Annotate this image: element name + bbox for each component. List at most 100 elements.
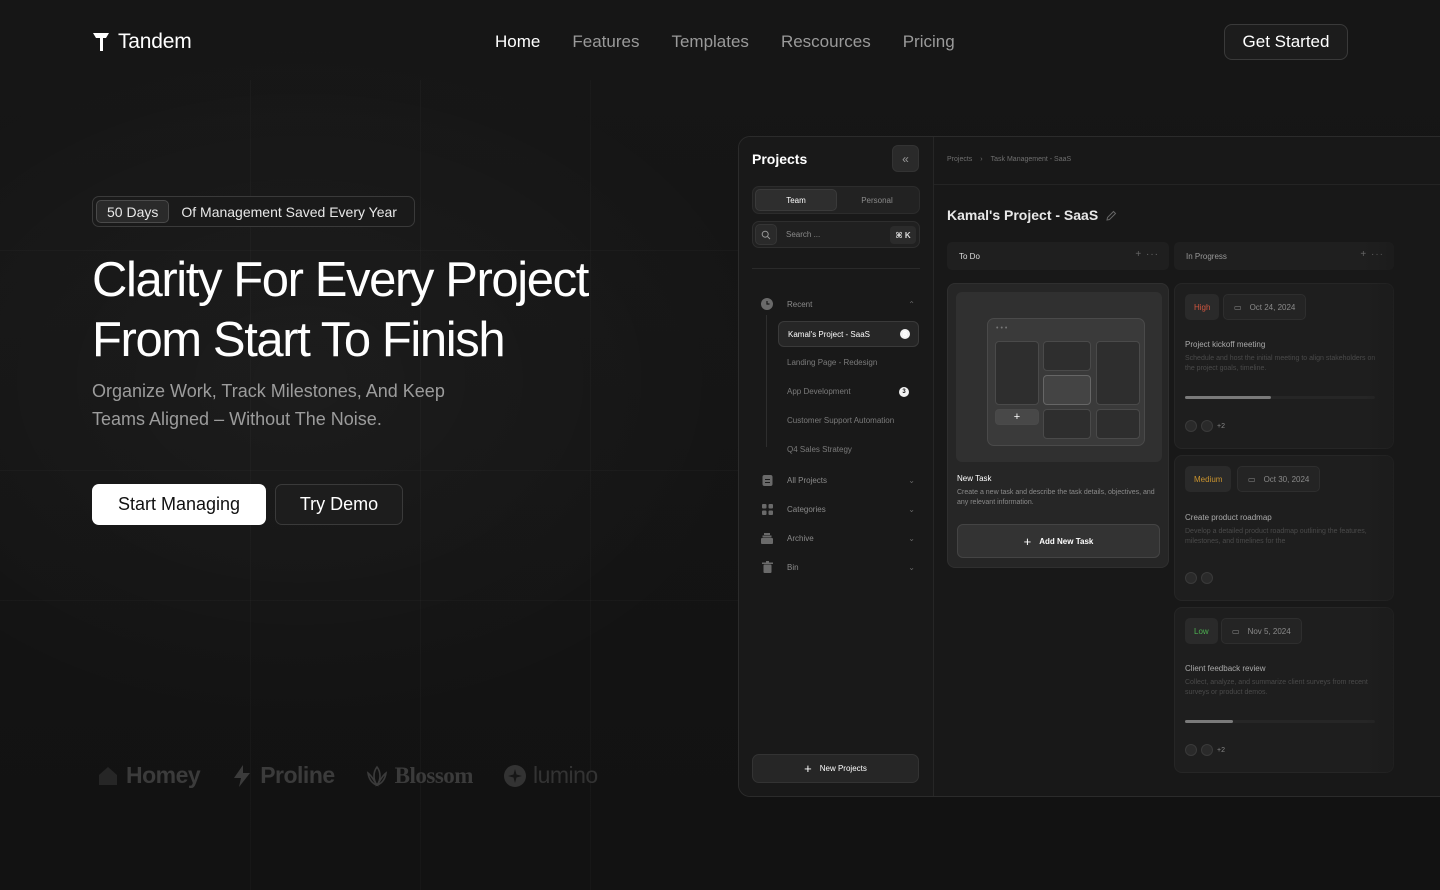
- recent-item[interactable]: Customer Support Automation: [787, 416, 894, 425]
- breadcrumb-item[interactable]: Projects: [947, 156, 972, 163]
- top-nav: Tandem Home Features Templates Rescource…: [0, 0, 1440, 84]
- get-started-button[interactable]: Get Started: [1224, 24, 1348, 60]
- calendar-icon: ▭: [1248, 474, 1256, 484]
- plus-icon: +: [804, 761, 812, 776]
- task-card[interactable]: Low ▭ Nov 5, 2024 Client feedback review…: [1174, 607, 1394, 773]
- collapse-sidebar-button[interactable]: «: [892, 145, 919, 172]
- savings-badge: 50 Days Of Management Saved Every Year: [92, 196, 415, 227]
- nav-link-pricing[interactable]: Pricing: [903, 32, 955, 52]
- recent-section-header[interactable]: Recent ⌃: [761, 298, 917, 310]
- task-description: Develop a detailed product roadmap outli…: [1185, 528, 1367, 545]
- pencil-icon[interactable]: [1106, 210, 1117, 221]
- clipboard-icon: [761, 474, 773, 486]
- column-actions[interactable]: + ···: [1135, 249, 1159, 260]
- member-avatars: +2: [1185, 420, 1225, 432]
- task-title: Project kickoff meeting: [1185, 340, 1266, 349]
- house-icon: [99, 766, 117, 785]
- member-avatars: +2: [1185, 744, 1225, 756]
- badge-pill: 50 Days: [96, 200, 170, 223]
- column-header-todo: To Do + ···: [947, 242, 1169, 270]
- sidebar-item-all-projects[interactable]: All Projects ⌄: [761, 474, 917, 486]
- add-new-task-button[interactable]: + Add New Task: [957, 524, 1160, 558]
- sidebar-item-categories[interactable]: Categories ⌄: [761, 503, 917, 515]
- recent-item[interactable]: Landing Page - Redesign: [787, 358, 877, 367]
- chevron-down-icon: ⌄: [908, 533, 915, 543]
- hero-title-line-2: From Start To Finish: [92, 313, 506, 367]
- recent-item[interactable]: App Development: [787, 387, 851, 396]
- priority-badge: Medium: [1185, 466, 1232, 492]
- hero-subtitle-line-1: Organize Work, Track Milestones, And Kee…: [92, 381, 445, 401]
- avatar: [1201, 420, 1213, 432]
- brand-logo[interactable]: Tandem: [92, 30, 192, 54]
- hero-subtitle: Organize Work, Track Milestones, And Kee…: [92, 377, 492, 433]
- search-placeholder: Search ...: [786, 230, 821, 239]
- calendar-icon: ▭: [1232, 626, 1240, 636]
- hero-title: Clarity For Every Project From Start To …: [92, 250, 652, 370]
- clock-icon: [761, 298, 773, 310]
- archive-icon: [761, 532, 773, 544]
- chevron-right-icon: ›: [980, 156, 983, 163]
- hero-subtitle-line-2: Teams Aligned – Without The Noise.: [92, 409, 382, 429]
- item-count-badge: 3: [899, 387, 909, 397]
- calendar-icon: ▭: [1234, 302, 1242, 312]
- partner-logos: Homey Proline Blossom lumino: [96, 762, 598, 789]
- chevron-down-icon: ⌄: [908, 475, 915, 485]
- due-date: ▭ Oct 30, 2024: [1237, 466, 1321, 492]
- chevrons-left-icon: «: [902, 151, 909, 166]
- start-managing-button[interactable]: Start Managing: [92, 484, 266, 525]
- member-avatars: [1185, 572, 1213, 584]
- nav-link-templates[interactable]: Templates: [671, 32, 748, 52]
- breadcrumb: Projects › Task Management - SaaS: [947, 156, 1071, 163]
- board-area: Projects › Task Management - SaaS Kamal'…: [934, 137, 1440, 796]
- divider: [934, 184, 1440, 185]
- task-card[interactable]: High ▭ Oct 24, 2024 Project kickoff meet…: [1174, 283, 1394, 449]
- due-date: ▭ Oct 24, 2024: [1223, 294, 1307, 320]
- flower-icon: [366, 765, 387, 786]
- sidebar-item-archive[interactable]: Archive ⌄: [761, 532, 917, 544]
- sidebar-title: Projects: [752, 151, 808, 167]
- recent-item[interactable]: Q4 Sales Strategy: [787, 445, 852, 454]
- tab-personal[interactable]: Personal: [837, 189, 917, 211]
- new-task-description: Create a new task and describe the task …: [957, 489, 1155, 506]
- nav-link-features[interactable]: Features: [572, 32, 639, 52]
- recent-item-active[interactable]: Kamal's Project - SaaS 8: [778, 321, 919, 347]
- search-shortcut: ⌘ K: [890, 226, 916, 244]
- new-task-title: New Task: [957, 474, 992, 483]
- chevron-up-icon: ⌃: [908, 299, 915, 309]
- sidebar-search[interactable]: Search ... ⌘ K: [752, 221, 920, 248]
- avatar: [1185, 572, 1197, 584]
- nav-links: Home Features Templates Rescources Prici…: [495, 32, 955, 52]
- recent-label: Recent: [787, 299, 813, 309]
- badge-text: Of Management Saved Every Year: [181, 203, 397, 220]
- partner-logo-proline: Proline: [230, 762, 335, 789]
- divider: [752, 268, 920, 269]
- brand-name: Tandem: [118, 30, 192, 53]
- partner-logo-homey: Homey: [96, 762, 201, 789]
- edge-fade: [1364, 227, 1440, 796]
- avatar: [1201, 572, 1213, 584]
- sidebar-item-bin[interactable]: Bin ⌄: [761, 561, 917, 573]
- chevron-down-icon: ⌄: [908, 562, 915, 572]
- hero-title-line-1: Clarity For Every Project: [92, 253, 589, 307]
- plus-icon: +: [995, 409, 1039, 425]
- progress-bar: [1185, 720, 1375, 723]
- nav-link-home[interactable]: Home: [495, 32, 540, 52]
- bolt-icon: [234, 764, 251, 787]
- task-description: Collect, analyze, and summarize client s…: [1185, 679, 1368, 696]
- task-card[interactable]: Medium ▭ Oct 30, 2024 Create product roa…: [1174, 455, 1394, 601]
- new-task-card: ••• + New Task Create a new task and des…: [947, 283, 1169, 568]
- grid-icon: [761, 503, 773, 515]
- tab-team[interactable]: Team: [755, 189, 837, 211]
- progress-bar: [1185, 396, 1375, 399]
- try-demo-button[interactable]: Try Demo: [275, 484, 403, 525]
- partner-logo-lumino: lumino: [503, 762, 598, 789]
- breadcrumb-item[interactable]: Task Management - SaaS: [991, 156, 1072, 163]
- plus-icon: +: [1023, 533, 1032, 549]
- new-projects-button[interactable]: + New Projects: [752, 754, 919, 783]
- partner-logo-blossom: Blossom: [365, 763, 473, 789]
- nav-link-resources[interactable]: Rescources: [781, 32, 871, 52]
- task-description: Schedule and host the initial meeting to…: [1185, 355, 1376, 372]
- star-circle-icon: [503, 764, 526, 787]
- project-title: Kamal's Project - SaaS: [947, 207, 1117, 223]
- avatar: [1185, 744, 1197, 756]
